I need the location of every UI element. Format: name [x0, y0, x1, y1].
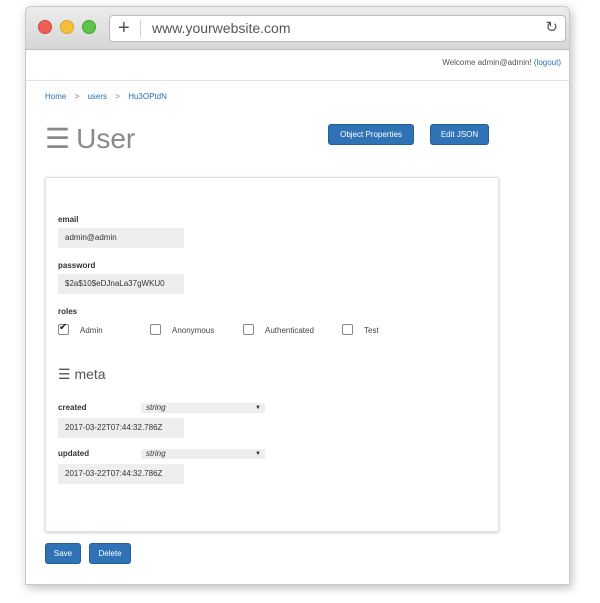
menu-icon: ☰	[45, 123, 71, 154]
save-button[interactable]: Save	[45, 543, 81, 564]
breadcrumb-current[interactable]: Hu3OPtdN	[128, 92, 167, 101]
maximize-window-button[interactable]	[82, 20, 96, 34]
password-label: password	[58, 261, 96, 270]
roles-label: roles	[58, 307, 78, 316]
reload-icon[interactable]: ↻	[545, 17, 558, 39]
email-label: email	[58, 215, 79, 224]
meta-title-text: meta	[74, 366, 106, 382]
role-test-checkbox[interactable]	[342, 324, 353, 335]
meta-section-title: ☰ meta	[58, 366, 106, 383]
user-form-panel: email admin@admin password $2a$10$eDJnaL…	[45, 177, 499, 532]
breadcrumb: Home > users > Hu3OPtdN	[45, 92, 167, 101]
updated-type-value: string	[146, 449, 166, 458]
created-field[interactable]: 2017-03-22T07:44:32.786Z	[58, 418, 184, 438]
dropdown-caret-icon: ▼	[255, 405, 261, 411]
close-window-button[interactable]	[38, 20, 52, 34]
created-label: created	[58, 403, 87, 412]
logout-link[interactable]: (logout)	[534, 58, 561, 67]
password-field[interactable]: $2a$10$eDJnaLa37gWKU0	[58, 274, 184, 294]
menu-icon: ☰	[58, 366, 71, 382]
role-authenticated-checkbox[interactable]	[243, 324, 254, 335]
dropdown-caret-icon: ▼	[255, 451, 261, 457]
email-field[interactable]: admin@admin	[58, 228, 184, 248]
browser-toolbar: + www.yourwebsite.com ↻	[26, 7, 569, 50]
minimize-window-button[interactable]	[60, 20, 74, 34]
created-type-value: string	[146, 403, 166, 412]
object-properties-button[interactable]: Object Properties	[328, 124, 414, 145]
role-admin-label: Admin	[80, 326, 103, 335]
role-test-label: Test	[364, 326, 379, 335]
edit-json-button[interactable]: Edit JSON	[430, 124, 489, 145]
breadcrumb-users[interactable]: users	[87, 92, 107, 101]
breadcrumb-separator: >	[115, 92, 120, 101]
updated-label: updated	[58, 449, 90, 458]
created-type-select[interactable]: string ▼	[141, 403, 265, 413]
address-divider	[140, 20, 141, 37]
role-anonymous-checkbox[interactable]	[150, 324, 161, 335]
delete-button[interactable]: Delete	[89, 543, 131, 564]
url-text[interactable]: www.yourwebsite.com	[152, 20, 291, 37]
welcome-text: Welcome admin@admin!	[442, 58, 532, 67]
welcome-message: Welcome admin@admin! (logout)	[442, 58, 561, 67]
role-authenticated-label: Authenticated	[265, 326, 314, 335]
breadcrumb-home[interactable]: Home	[45, 92, 66, 101]
breadcrumb-separator: >	[74, 92, 80, 101]
role-admin-checkbox[interactable]	[58, 322, 69, 335]
updated-type-select[interactable]: string ▼	[141, 449, 265, 459]
new-tab-icon[interactable]: +	[118, 17, 130, 39]
page-title-text: User	[76, 123, 136, 154]
address-bar[interactable]: + www.yourwebsite.com ↻	[109, 15, 566, 42]
updated-field[interactable]: 2017-03-22T07:44:32.786Z	[58, 464, 184, 484]
role-anonymous-label: Anonymous	[172, 326, 215, 335]
page-title: ☰ User	[45, 122, 135, 155]
top-bar: Welcome admin@admin! (logout)	[26, 50, 569, 81]
